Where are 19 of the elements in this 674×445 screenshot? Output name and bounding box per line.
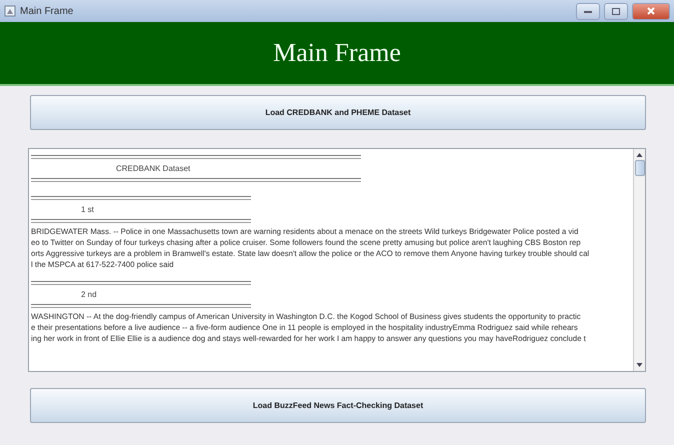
- minimize-button[interactable]: [576, 2, 600, 20]
- scrollbar[interactable]: [633, 149, 645, 371]
- maximize-button[interactable]: [604, 2, 628, 20]
- window-title: Main Frame: [20, 6, 74, 16]
- minimize-icon: [584, 10, 592, 12]
- app-icon: [4, 5, 16, 17]
- load-dataset-button[interactable]: Load CREDBANK and PHEME Dataset: [30, 95, 646, 130]
- dataset-heading: CREDBANK Dataset: [115, 163, 190, 175]
- record-number: 1 st: [80, 204, 94, 216]
- scroll-up-icon[interactable]: [636, 152, 643, 158]
- scroll-down-icon[interactable]: [636, 362, 643, 368]
- record-number: 2 nd: [80, 289, 97, 301]
- close-icon: [647, 7, 655, 15]
- close-button[interactable]: [632, 2, 670, 20]
- text-area[interactable]: [28, 148, 646, 372]
- banner-title: Main Frame: [273, 38, 401, 68]
- maximize-icon: [612, 8, 620, 14]
- load-dataset-button[interactable]: Load BuzzFeed News Fact-Checking Dataset: [30, 388, 646, 423]
- scroll-thumb[interactable]: [634, 160, 644, 176]
